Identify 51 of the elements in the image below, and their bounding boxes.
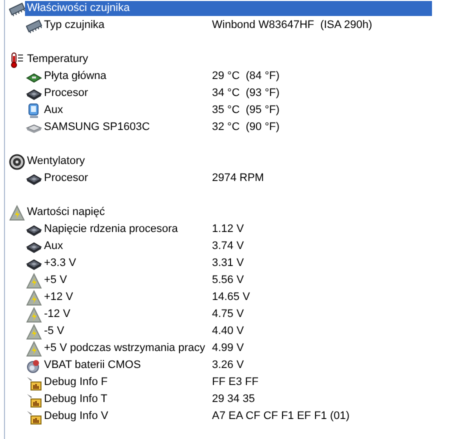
tree-group-label[interactable]: Temperatury <box>25 52 205 67</box>
sensor-label[interactable]: Debug Info T <box>42 392 208 407</box>
sensor-label[interactable]: -12 V <box>42 307 208 322</box>
sensor-value: 2974 RPM <box>212 171 264 186</box>
voltage-warning-icon <box>26 306 42 322</box>
voltage-warning-icon <box>26 340 42 356</box>
sensor-value: 35 °C (95 °F) <box>212 103 280 118</box>
sensor-label[interactable]: Aux <box>42 103 208 118</box>
voltage-warning-icon <box>9 204 25 220</box>
sensor-value: 4.75 V <box>212 307 244 322</box>
sensor-value: Winbond W83647HF (ISA 290h) <box>212 18 372 33</box>
sensor-label[interactable]: Debug Info F <box>42 375 208 390</box>
sensor-label[interactable]: VBAT baterii CMOS <box>42 358 208 373</box>
sensor-value: 34 °C (93 °F) <box>212 86 280 101</box>
sensor-label[interactable]: +3.3 V <box>42 256 208 271</box>
thermometer-icon <box>9 52 25 68</box>
voltage-warning-icon <box>26 324 42 340</box>
sensor-label[interactable]: +12 V <box>42 290 208 305</box>
sensor-label[interactable]: Napięcie rdzenia procesora <box>42 222 208 237</box>
sensor-label[interactable]: Aux <box>42 239 208 254</box>
fan-icon <box>9 154 25 170</box>
sensor-value: 14.65 V <box>212 290 250 305</box>
chip-icon <box>26 18 42 34</box>
sensor-value: 4.40 V <box>212 324 244 339</box>
sensor-label[interactable]: SAMSUNG SP1603C <box>42 120 208 135</box>
sensor-value: 3.26 V <box>212 358 244 373</box>
sensor-label[interactable]: Płyta główna <box>42 69 208 84</box>
chip-icon <box>9 0 25 16</box>
sensor-value: 4.99 V <box>212 341 244 356</box>
sensor-value: 3.31 V <box>212 256 244 271</box>
sensor-label[interactable]: Procesor <box>42 171 208 186</box>
sensor-label[interactable]: Typ czujnika <box>42 18 208 33</box>
battery-icon <box>26 358 42 374</box>
voltage-warning-icon <box>26 290 42 306</box>
sensor-label[interactable]: -5 V <box>42 324 208 339</box>
tree-group-label[interactable]: Wartości napięć <box>25 205 205 220</box>
voltage-warning-icon <box>26 272 42 288</box>
sensor-label[interactable]: +5 V <box>42 273 208 288</box>
sensor-value: 1.12 V <box>212 222 244 237</box>
tree-group-label[interactable]: Wentylatory <box>25 154 205 169</box>
sensor-value: 5.56 V <box>212 273 244 288</box>
sensor-label[interactable]: Debug Info V <box>42 409 208 424</box>
tree-group-label[interactable]: Właściwości czujnika <box>25 1 432 16</box>
sensor-value: A7 EA CF CF F1 EF F1 (01) <box>212 409 350 424</box>
sensor-value: FF E3 FF <box>212 375 258 390</box>
sensor-value: 32 °C (90 °F) <box>212 120 280 135</box>
sensor-value: 29 34 35 <box>212 392 255 407</box>
sensor-label[interactable]: Procesor <box>42 86 208 101</box>
sensor-value: 29 °C (84 °F) <box>212 69 280 84</box>
sensor-value: 3.74 V <box>212 239 244 254</box>
sensor-label[interactable]: +5 V podczas wstrzymania pracy <box>42 341 208 356</box>
